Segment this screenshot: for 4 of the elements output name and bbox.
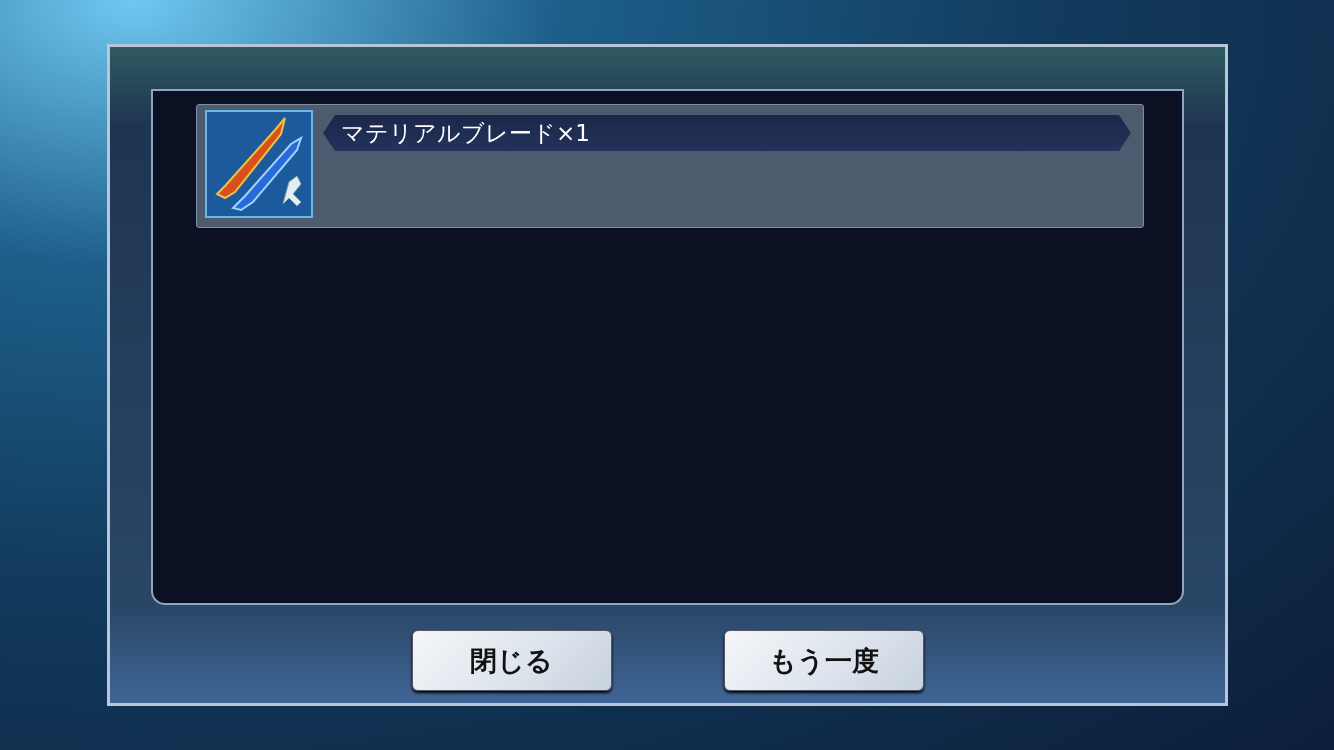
item-name: マテリアルブレード×1 <box>323 115 1131 151</box>
dialog-button[interactable]: もう一度 <box>723 630 924 691</box>
swords-icon <box>205 110 313 218</box>
dialog-button[interactable]: 閉じる <box>411 630 612 691</box>
